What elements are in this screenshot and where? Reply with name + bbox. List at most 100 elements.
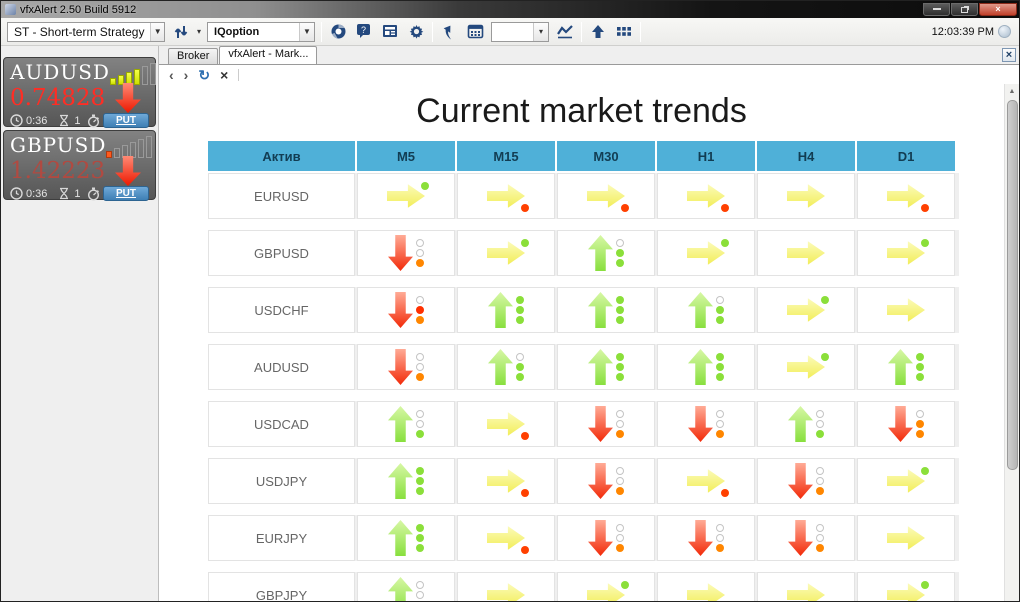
trend-cell [557,173,655,219]
stopwatch-icon[interactable] [87,114,100,128]
chevron-down-icon[interactable]: ▼ [299,22,315,41]
stop-icon[interactable]: × [220,67,228,83]
trend-dots [816,410,824,438]
trend-dot-empty [616,420,624,428]
broker-selector[interactable]: IQoption ▼ [207,21,316,42]
timer-clock-icon [10,187,23,200]
tab-vfxalert-market[interactable]: vfxAlert - Mark... [219,46,318,64]
trend-arrow-right-icon [587,583,625,601]
trend-dot-empty [516,353,524,361]
trend-dots [516,353,524,381]
refresh-icon[interactable]: ↻ [198,67,210,83]
news-icon[interactable] [380,22,400,42]
browser-icon[interactable] [328,22,348,42]
trend-dot-empty [716,524,724,532]
trend-cell [757,173,855,219]
chart-line-icon[interactable] [555,22,575,42]
trend-arrow-down-icon [388,349,413,385]
table-row: GBPJPY [208,572,959,601]
trend-arrow-right-icon [887,526,925,550]
trend-cell [457,458,555,504]
trend-dot-red [921,204,929,212]
chevron-down-icon[interactable]: ▾ [197,27,201,36]
trend-cell [657,287,755,333]
trend-arrow-right-icon [487,241,525,265]
signals-updown-icon[interactable] [171,22,191,42]
signal-price: 1.42223 [10,158,106,184]
trend-cell [657,572,755,601]
upload-arrow-icon[interactable] [588,22,608,42]
asset-name: USDCHF [254,302,309,318]
trend-arrow-down-icon [888,406,913,442]
trend-arrow-down-icon [588,463,613,499]
trend-dot-green [916,373,924,381]
signal-card-audusd[interactable]: AUDUSD 0.74828 0:36 1 PUT [3,57,156,128]
trend-dot-orange [716,544,724,552]
panel-close-icon[interactable]: × [1002,48,1016,62]
table-row: USDJPY [208,458,959,504]
back-icon[interactable]: ‹ [169,67,174,83]
chevron-down-icon[interactable]: ▾ [533,22,549,41]
put-button[interactable]: PUT [103,186,149,201]
trend-arrow-down-icon [388,235,413,271]
trend-arrow-right-icon [887,583,925,601]
signal-pair: GBPUSD [10,133,107,157]
expiry-count: 1 [74,187,81,200]
trend-dot-green [416,467,424,475]
restore-button[interactable] [951,3,978,16]
help-icon[interactable]: ? [354,22,374,42]
trend-dot-empty [416,420,424,428]
stopwatch-icon[interactable] [87,187,100,201]
trend-dot-empty [416,591,424,599]
minimize-button[interactable] [923,3,950,16]
trend-dot-empty [616,534,624,542]
asset-cell: USDCHF [208,287,355,333]
settings-gear-icon[interactable] [406,22,426,42]
forward-icon[interactable]: › [184,67,189,83]
asset-name: AUDUSD [254,359,309,375]
trend-cell [357,401,455,447]
trend-dots [416,239,424,267]
trend-arrow-up-icon [388,463,413,499]
svg-text:?: ? [361,25,366,35]
close-button[interactable]: × [979,3,1017,16]
trend-dot-green [521,239,529,247]
trend-arrow-up-icon [588,292,613,328]
signal-price: 0.74828 [10,85,106,111]
trend-arrow-down-icon [688,406,713,442]
signal-card-gbpusd[interactable]: GBPUSD 1.42223 0:36 1 PUT [3,130,156,201]
trend-dot-green [616,373,624,381]
trend-dot-empty [616,467,624,475]
expiry-count: 1 [74,114,81,127]
trend-dots [416,581,424,601]
tab-broker[interactable]: Broker [168,48,219,64]
calendar-icon[interactable] [465,22,485,42]
scroll-up-icon[interactable]: ▲ [1005,84,1020,99]
trend-dots [616,467,624,495]
grid-icon[interactable] [614,22,634,42]
table-row: GBPUSD [208,230,959,276]
chevron-down-icon[interactable]: ▼ [150,22,164,41]
put-button[interactable]: PUT [103,113,149,128]
current-time: 12:03:39 PM [931,25,994,38]
table-row: EURJPY [208,515,959,561]
column-header-актив: Актив [208,141,355,171]
timer-clock-icon [10,114,23,127]
trend-dot-empty [416,249,424,257]
trend-dots [616,353,624,381]
vertical-scrollbar[interactable]: ▲ [1004,84,1019,601]
scrollbar-thumb[interactable] [1006,100,1018,470]
trend-dot-green [821,296,829,304]
strategy-value: ST - Short-term Strategy [14,24,145,39]
trend-dot-empty [816,420,824,428]
send-arrow-icon[interactable] [439,22,459,42]
chart-selector[interactable]: ▾ [491,21,550,42]
trend-dot-empty [416,239,424,247]
trend-cell [457,344,555,390]
asset-cell: EURJPY [208,515,355,561]
signal-timer: 0:36 [26,187,48,200]
strategy-selector[interactable]: ST - Short-term Strategy ▼ [7,21,165,42]
trend-dots [416,467,424,495]
asset-cell: GBPJPY [208,572,355,601]
trend-dot-red [521,546,529,554]
